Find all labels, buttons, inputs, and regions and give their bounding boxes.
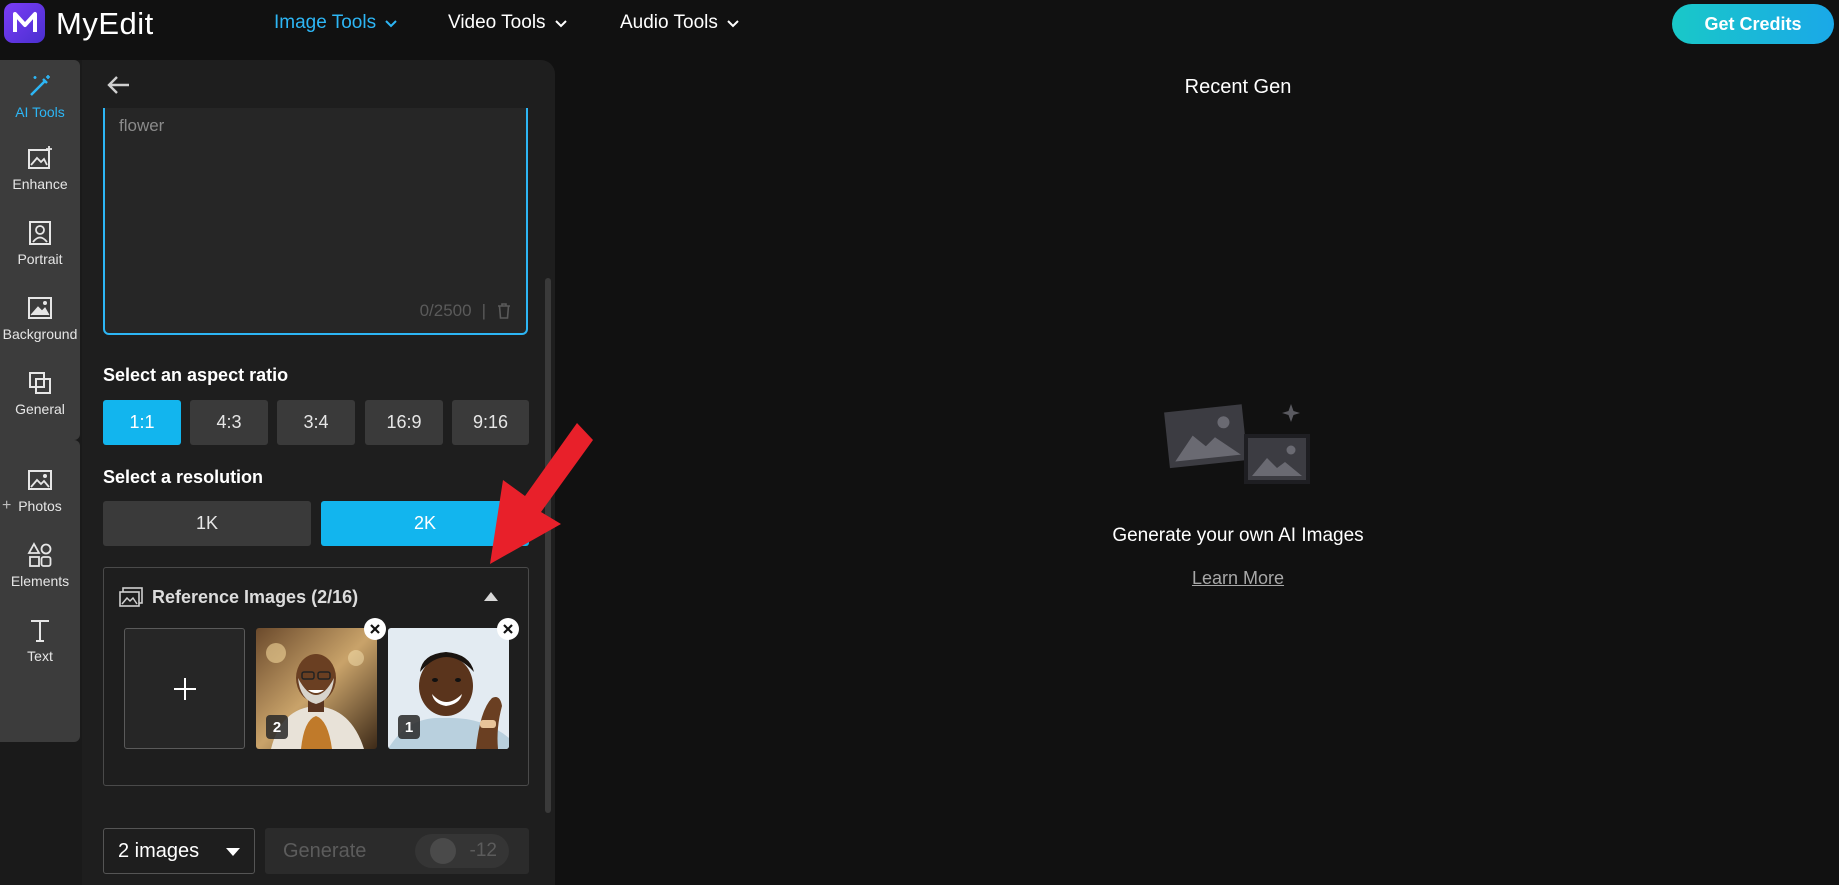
close-icon xyxy=(503,624,513,634)
remove-reference-button[interactable] xyxy=(364,618,386,640)
aspect-ratio-label: Select an aspect ratio xyxy=(103,365,289,385)
reference-number-badge: 2 xyxy=(266,715,288,739)
ratio-1-1-button[interactable]: 1:1 xyxy=(103,400,181,445)
reference-images-header[interactable]: Reference Images (2/16) xyxy=(118,586,358,608)
text-icon xyxy=(31,620,49,642)
image-count-select[interactable]: 2 images xyxy=(103,828,255,874)
rail-item-portrait[interactable]: Portrait xyxy=(0,207,80,279)
reference-number-badge: 1 xyxy=(398,715,420,739)
image-count-value: 2 images xyxy=(118,839,200,862)
reference-thumb-boy[interactable]: 1 xyxy=(388,628,509,749)
nav-audio-tools-label: Audio Tools xyxy=(620,12,718,33)
portrait-icon xyxy=(29,221,51,245)
back-button[interactable] xyxy=(104,70,134,100)
rail-item-label: Background xyxy=(2,326,78,342)
arrow-left-icon xyxy=(107,76,129,94)
annotation-arrow-icon xyxy=(490,423,593,564)
magic-wand-icon xyxy=(30,75,50,96)
chevron-down-icon xyxy=(727,20,739,28)
prompt-textarea[interactable]: flower 0/2500 | xyxy=(103,108,528,335)
prompt-counter: 0/2500 | xyxy=(420,301,512,321)
app-root: MyEdit Image Tools Video Tools Audio Too… xyxy=(0,0,1839,885)
remove-reference-button[interactable] xyxy=(497,618,519,640)
nav-video-tools-label: Video Tools xyxy=(448,12,546,33)
top-nav-bar: MyEdit Image Tools Video Tools Audio Too… xyxy=(0,0,1839,48)
chevron-down-icon xyxy=(554,20,567,28)
rail-item-general[interactable]: General xyxy=(0,357,80,429)
reference-images-title: Reference Images (2/16) xyxy=(152,586,359,607)
generate-label: Generate xyxy=(283,839,367,862)
resolution-label: Select a resolution xyxy=(103,467,264,487)
rail-item-label: AI Tools xyxy=(15,104,65,120)
general-icon xyxy=(29,372,51,394)
trash-icon[interactable] xyxy=(496,302,512,320)
rail-item-background[interactable]: Background xyxy=(0,282,80,354)
ratio-3-4-button[interactable]: 3:4 xyxy=(277,400,355,445)
ratio-4-3-button[interactable]: 4:3 xyxy=(190,400,268,445)
empty-state-message: Generate your own AI Images xyxy=(1112,525,1364,546)
enhance-icon xyxy=(28,146,52,169)
nav-image-tools-label: Image Tools xyxy=(274,12,377,33)
rail-item-ai-tools[interactable]: AI Tools xyxy=(0,60,80,132)
images-icon xyxy=(119,587,143,607)
logo-icon[interactable] xyxy=(4,3,45,43)
resolution-1k-button[interactable]: 1K xyxy=(103,501,311,546)
close-icon xyxy=(370,624,380,634)
rail-item-label: Elements xyxy=(10,573,70,589)
recent-gen-title: Recent Gen xyxy=(1184,76,1292,98)
rail-item-photos[interactable]: Photos xyxy=(0,454,80,526)
rail-item-label: Enhance xyxy=(12,176,68,192)
photos-icon xyxy=(28,470,52,490)
generate-cost: -12 xyxy=(415,834,509,868)
credit-coin-icon xyxy=(429,838,456,864)
counter-separator: | xyxy=(481,301,486,320)
reference-images-section: Reference Images (2/16) 2 1 xyxy=(103,567,529,786)
empty-gallery-illustration xyxy=(1164,404,1310,484)
rail-item-label: General xyxy=(15,401,65,417)
chevron-down-icon xyxy=(385,20,397,28)
generate-button[interactable]: Generate -12 xyxy=(265,828,529,874)
ratio-16-9-button[interactable]: 16:9 xyxy=(365,400,443,445)
nav-video-tools[interactable]: Video Tools xyxy=(448,12,568,34)
reference-thumb-man[interactable]: 2 xyxy=(256,628,377,749)
rail-item-elements[interactable]: Elements xyxy=(0,529,80,601)
rail-item-label: Portrait xyxy=(17,251,63,267)
prompt-text: flower xyxy=(119,116,165,135)
plus-icon xyxy=(173,677,196,700)
rail-item-label: Photos xyxy=(18,498,62,514)
elements-icon xyxy=(27,542,52,567)
nav-image-tools[interactable]: Image Tools xyxy=(274,12,398,34)
rail-item-enhance[interactable]: Enhance xyxy=(0,132,80,204)
nav-audio-tools[interactable]: Audio Tools xyxy=(620,12,740,34)
rail-item-text[interactable]: Text xyxy=(0,604,80,676)
logo-text[interactable]: MyEdit xyxy=(56,6,154,42)
learn-more-link[interactable]: Learn More xyxy=(1138,568,1338,589)
char-counter: 0/2500 xyxy=(419,301,472,320)
tool-rail: AI Tools Enhance Portrait Background Gen… xyxy=(0,60,82,885)
generate-cost-value: -12 xyxy=(469,840,497,861)
add-reference-button[interactable] xyxy=(124,628,245,749)
caret-down-icon xyxy=(226,848,240,856)
rail-item-label: Text xyxy=(27,648,53,664)
background-icon xyxy=(28,297,52,319)
get-credits-button[interactable]: Get Credits xyxy=(1672,4,1834,44)
collapse-caret-icon[interactable] xyxy=(484,592,498,601)
